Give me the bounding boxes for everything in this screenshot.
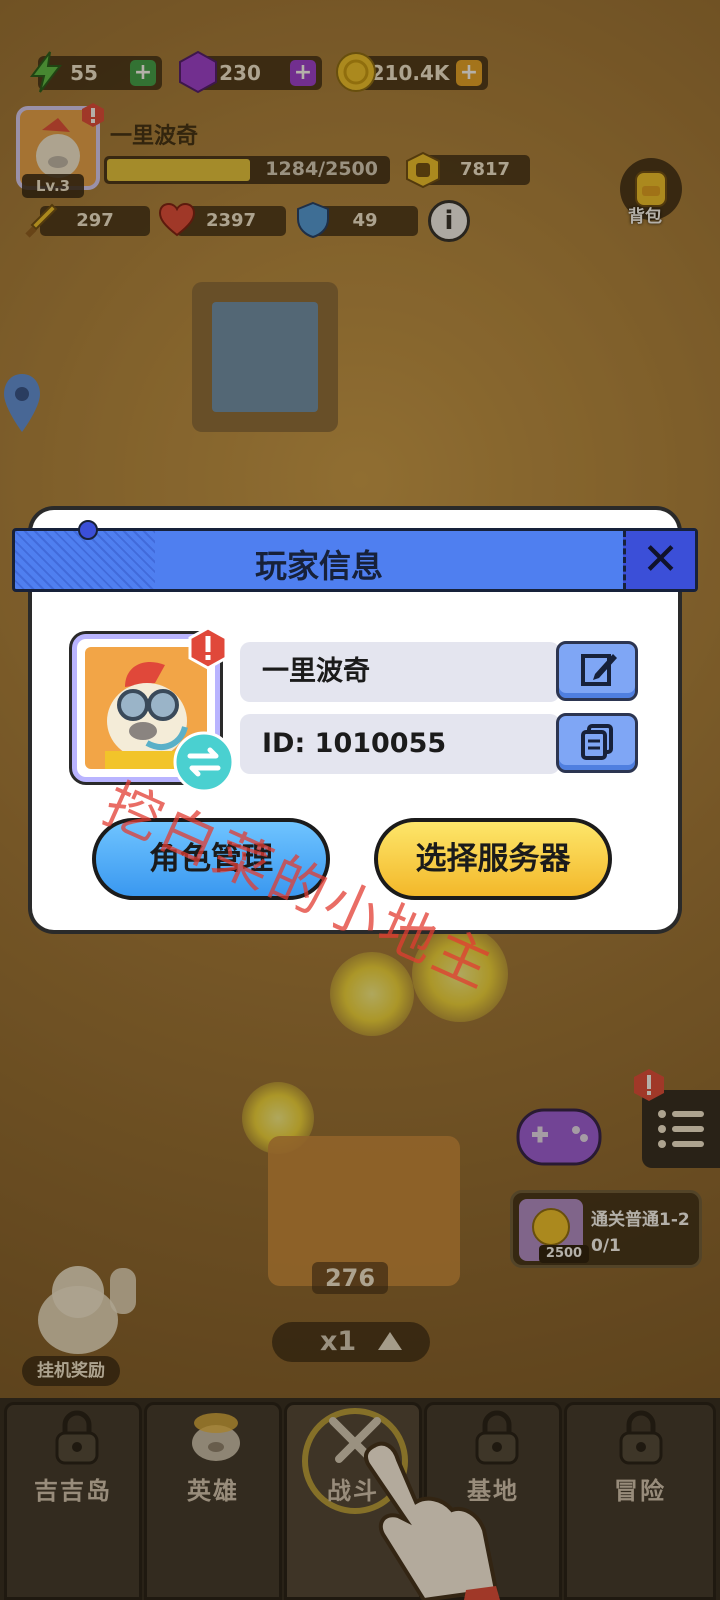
close-icon: ✕: [642, 534, 679, 585]
header-dot: [78, 520, 98, 540]
alert-icon: [188, 626, 228, 670]
dialog-header: 玩家信息 ✕: [12, 528, 698, 592]
copy-icon: [581, 724, 613, 760]
close-button[interactable]: ✕: [623, 531, 695, 589]
player-id-field: ID: 1010055: [240, 714, 560, 774]
edit-name-button[interactable]: [556, 641, 638, 701]
copy-id-button[interactable]: [556, 713, 638, 773]
player-name-field: 一里波奇: [240, 642, 560, 702]
dialog-title: 玩家信息: [254, 547, 383, 585]
edit-icon: [581, 654, 617, 686]
